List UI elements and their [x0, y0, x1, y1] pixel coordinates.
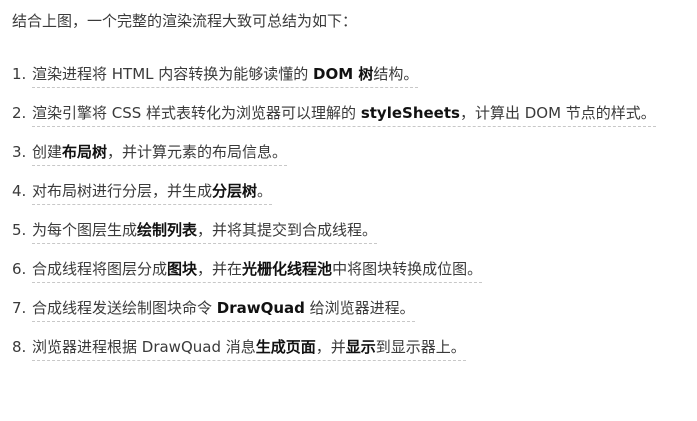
bold-term: 显示: [345, 338, 376, 356]
bold-term: 光栅化线程池: [242, 260, 333, 278]
list-item-text: 渲染进程将 HTML 内容转换为能够读懂的 DOM 树结构。: [32, 65, 419, 88]
render-steps-list: 1. 渲染进程将 HTML 内容转换为能够读懂的 DOM 树结构。 2. 渲染引擎将 …: [12, 58, 685, 363]
text-segment: 渲染引擎将 CSS 样式表转化为浏览器可以理解的: [32, 104, 361, 122]
list-item-number: 6.: [12, 260, 27, 278]
list-item: 1. 渲染进程将 HTML 内容转换为能够读懂的 DOM 树结构。: [12, 58, 685, 90]
list-item-text: 对布局树进行分层，并生成分层树。: [32, 182, 273, 205]
text-segment: ，并计算元素的布局信息。: [107, 143, 288, 161]
list-item-number: 7.: [12, 299, 27, 317]
intro-paragraph: 结合上图，一个完整的渲染流程大致可总结为如下：: [12, 12, 358, 30]
article-body: 结合上图，一个完整的渲染流程大致可总结为如下： 1. 渲染进程将 HTML 内容转…: [0, 0, 697, 363]
list-item: 2. 渲染引擎将 CSS 样式表转化为浏览器可以理解的 styleSheets，计…: [12, 97, 685, 129]
text-segment: 合成线程将图层分成: [32, 260, 168, 278]
list-item: 6. 合成线程将图层分成图块，并在光栅化线程池中将图块转换成位图。: [12, 253, 685, 285]
text-segment: 结构。: [373, 65, 419, 83]
list-item-text: 为每个图层生成绘制列表，并将其提交到合成线程。: [32, 221, 378, 244]
bold-term: DrawQuad: [216, 299, 305, 317]
text-segment: 给浏览器进程。: [304, 299, 415, 317]
list-item-number: 5.: [12, 221, 27, 239]
bold-term: 生成页面: [255, 338, 316, 356]
list-item-number: 8.: [12, 338, 27, 356]
bold-term: styleSheets: [360, 104, 460, 122]
text-segment: ，并: [315, 338, 346, 356]
bold-term: 图块: [167, 260, 198, 278]
text-segment: 合成线程发送绘制图块命令: [32, 299, 217, 317]
text-segment: 为每个图层生成: [32, 221, 138, 239]
text-segment: 对布局树进行分层，并生成: [32, 182, 213, 200]
text-segment: 浏览器进程根据 DrawQuad 消息: [32, 338, 256, 356]
text-segment: 渲染进程将 HTML 内容转换为能够读懂的: [32, 65, 314, 83]
list-item-text: 创建布局树，并计算元素的布局信息。: [32, 143, 288, 166]
list-item-text: 渲染引擎将 CSS 样式表转化为浏览器可以理解的 styleSheets，计算出…: [32, 104, 656, 127]
list-item: 8. 浏览器进程根据 DrawQuad 消息生成页面，并显示到显示器上。: [12, 331, 685, 363]
list-item-text: 合成线程将图层分成图块，并在光栅化线程池中将图块转换成位图。: [32, 260, 483, 283]
bold-term: 绘制列表: [137, 221, 198, 239]
text-segment: ，并在: [197, 260, 243, 278]
list-item-text: 浏览器进程根据 DrawQuad 消息生成页面，并显示到显示器上。: [32, 338, 466, 361]
text-segment: 到显示器上。: [375, 338, 466, 356]
text-segment: ，并将其提交到合成线程。: [197, 221, 378, 239]
text-segment: 中将图块转换成位图。: [332, 260, 483, 278]
list-item: 5. 为每个图层生成绘制列表，并将其提交到合成线程。: [12, 214, 685, 246]
list-item-number: 3.: [12, 143, 27, 161]
bold-term: DOM 树: [313, 65, 374, 83]
list-item-number: 4.: [12, 182, 27, 200]
bold-term: 布局树: [62, 143, 108, 161]
bold-term: 分层树: [212, 182, 258, 200]
text-segment: ，计算出 DOM 节点的样式。: [459, 104, 656, 122]
list-item: 3. 创建布局树，并计算元素的布局信息。: [12, 136, 685, 168]
text-segment: 。: [257, 182, 273, 200]
list-item-number: 1.: [12, 65, 27, 83]
list-item-number: 2.: [12, 104, 27, 122]
list-item: 7. 合成线程发送绘制图块命令 DrawQuad 给浏览器进程。: [12, 292, 685, 324]
text-segment: 创建: [32, 143, 63, 161]
list-item-text: 合成线程发送绘制图块命令 DrawQuad 给浏览器进程。: [32, 299, 415, 322]
list-item: 4. 对布局树进行分层，并生成分层树。: [12, 175, 685, 207]
